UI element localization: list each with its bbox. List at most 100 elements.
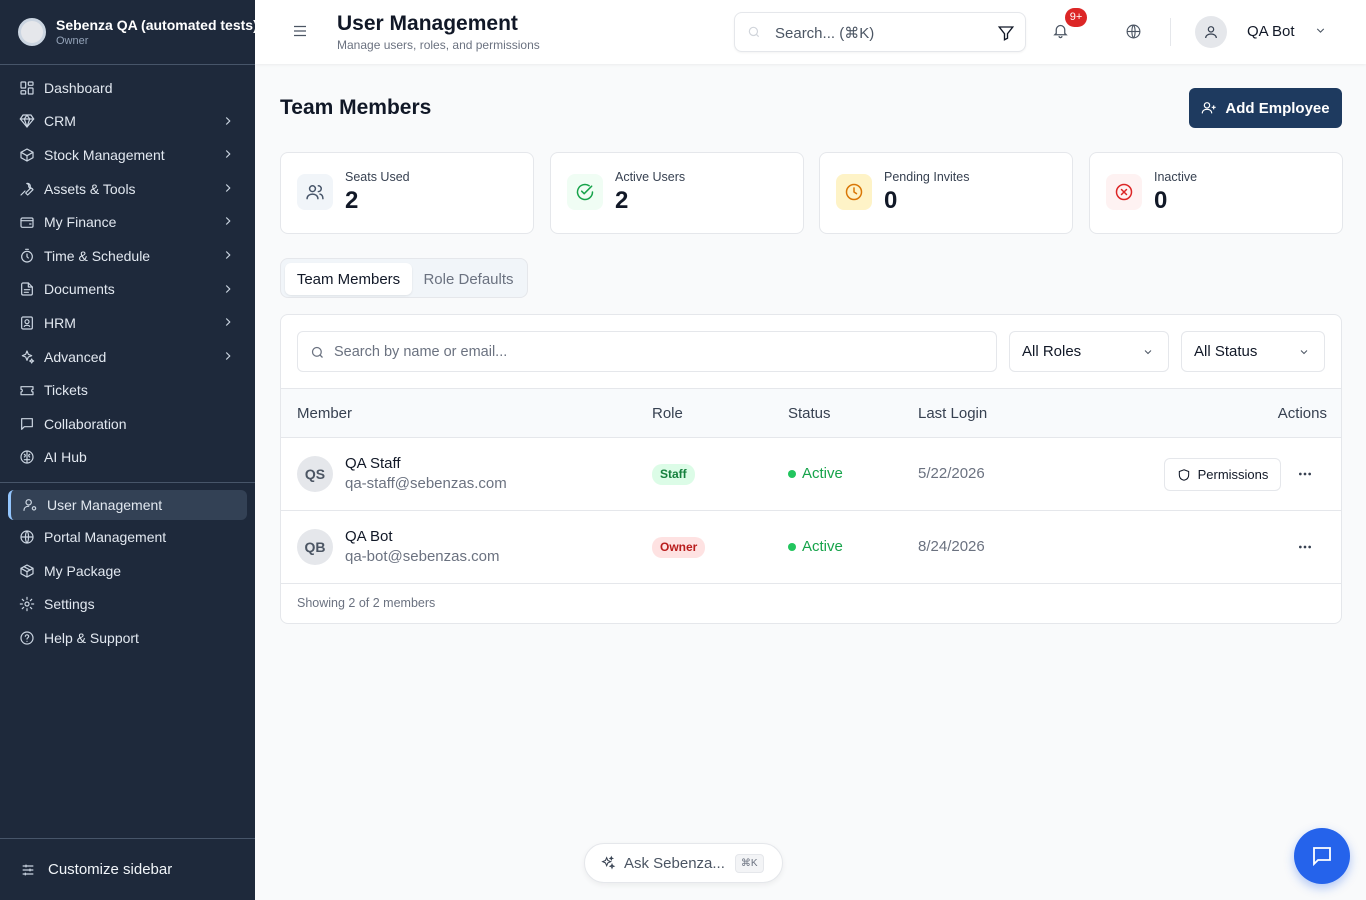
sidebar-item-hrm[interactable]: HRM <box>0 306 255 340</box>
sidebar-item-crm[interactable]: CRM <box>0 105 255 139</box>
box-icon <box>18 146 36 164</box>
sidebar-item-label: Settings <box>44 596 95 613</box>
search-icon <box>747 25 761 39</box>
language-button[interactable] <box>1125 23 1143 41</box>
column-member: Member <box>297 405 353 422</box>
page-header-title: User Management <box>337 12 518 35</box>
sidebar-item-help-support[interactable]: Help & Support <box>0 621 255 655</box>
page-header-subtitle: Manage users, roles, and permissions <box>337 38 540 52</box>
role-filter-value: All Roles <box>1022 343 1082 360</box>
sidebar-item-ai-hub[interactable]: AI Hub <box>0 441 255 475</box>
more-actions-button[interactable] <box>1295 464 1315 484</box>
add-employee-button[interactable]: Add Employee <box>1189 88 1342 128</box>
menu-toggle-button[interactable] <box>291 22 311 42</box>
sidebar-item-settings[interactable]: Settings <box>0 587 255 621</box>
sidebar-item-collaboration[interactable]: Collaboration <box>0 407 255 441</box>
shield-icon <box>1178 468 1189 481</box>
shortcut-hint: ⌘K <box>734 853 764 873</box>
status-filter-value: All Status <box>1194 343 1258 360</box>
sidebar-item-my-package[interactable]: My Package <box>0 554 255 588</box>
stat-value: 0 <box>884 187 898 214</box>
sidebar-item-label: Assets & Tools <box>44 180 136 197</box>
sidebar-item-my-finance[interactable]: My Finance <box>0 205 255 239</box>
members-table-card: All Roles All Status Member Role Status … <box>280 314 1342 624</box>
sidebar-item-documents[interactable]: Documents <box>0 273 255 307</box>
member-name: QA Bot <box>345 528 393 545</box>
stat-label: Seats Used <box>345 170 410 184</box>
member-tabs: Team Members Role Defaults <box>280 258 528 298</box>
sidebar-item-stock-management[interactable]: Stock Management <box>0 138 255 172</box>
ticket-icon <box>18 381 36 399</box>
sidebar-item-portal-management[interactable]: Portal Management <box>0 520 255 554</box>
chevron-right-icon <box>221 147 235 161</box>
sidebar-item-label: Documents <box>44 281 115 298</box>
role-badge: Owner <box>652 537 706 558</box>
customize-sidebar-button[interactable]: Customize sidebar <box>0 838 255 900</box>
tab-team-members[interactable]: Team Members <box>285 263 412 295</box>
last-login: 5/22/2026 <box>918 465 985 482</box>
global-search-input[interactable] <box>775 22 975 44</box>
sliders-icon <box>22 864 34 875</box>
stat-card-seats-used: Seats Used 2 <box>280 152 534 234</box>
sidebar-item-label: CRM <box>44 113 76 130</box>
hrm-icon <box>18 314 36 332</box>
status-text: Active <box>802 465 843 482</box>
menu-icon <box>294 25 306 37</box>
stat-label: Active Users <box>615 170 686 184</box>
column-status: Status <box>788 405 831 422</box>
org-switcher[interactable]: Sebenza QA (automated tests) Owner <box>0 0 255 65</box>
chat-button[interactable] <box>1294 828 1350 884</box>
sidebar-item-dashboard[interactable]: Dashboard <box>0 71 255 105</box>
member-email: qa-bot@sebenzas.com <box>345 548 500 565</box>
stat-value: 0 <box>1154 187 1168 214</box>
chevron-right-icon <box>221 114 235 128</box>
avatar: QS <box>297 456 333 492</box>
user-menu-name[interactable]: QA Bot <box>1247 23 1295 40</box>
chevron-right-icon <box>221 282 235 296</box>
user-cog-icon <box>21 496 39 514</box>
sidebar-item-advanced[interactable]: Advanced <box>0 340 255 374</box>
sparkles-icon <box>601 855 616 870</box>
sidebar-item-label: Advanced <box>44 348 107 365</box>
permissions-button[interactable]: Permissions <box>1164 458 1281 491</box>
chevron-down-icon[interactable] <box>1314 24 1328 38</box>
x-circle-icon <box>1106 174 1142 210</box>
user-plus-icon <box>1202 102 1217 114</box>
column-last-login: Last Login <box>918 405 988 422</box>
notification-count-badge: 9+ <box>1065 8 1087 27</box>
stat-label: Inactive <box>1154 170 1198 184</box>
sidebar-item-tickets[interactable]: Tickets <box>0 373 255 407</box>
status-filter-select[interactable]: All Status <box>1181 331 1325 372</box>
chevron-right-icon <box>221 315 235 329</box>
check-circle-icon <box>567 174 603 210</box>
user-avatar[interactable] <box>1195 16 1227 48</box>
bell-icon <box>1053 24 1068 39</box>
wrench-icon <box>18 180 36 198</box>
sidebar-nav: Dashboard CRM Stock Management Assets & … <box>0 65 255 655</box>
sidebar-item-time-schedule[interactable]: Time & Schedule <box>0 239 255 273</box>
stat-card-active-users: Active Users 2 <box>550 152 804 234</box>
chevron-right-icon <box>221 181 235 195</box>
sidebar-item-assets-tools[interactable]: Assets & Tools <box>0 172 255 206</box>
chevron-right-icon <box>221 214 235 228</box>
org-name: Sebenza QA (automated tests) <box>56 17 255 33</box>
member-search-input[interactable] <box>334 342 974 362</box>
ellipsis-icon <box>1299 545 1311 549</box>
status-badge: Active <box>788 465 843 482</box>
header-divider <box>1170 18 1171 46</box>
sidebar-item-user-management[interactable]: User Management <box>8 490 247 521</box>
sidebar-item-label: Dashboard <box>44 79 113 96</box>
globe-icon <box>18 528 36 546</box>
sidebar-item-label: AI Hub <box>44 449 87 466</box>
user-icon <box>1205 26 1217 39</box>
package-icon <box>18 562 36 580</box>
more-actions-button[interactable] <box>1295 537 1315 557</box>
role-filter-select[interactable]: All Roles <box>1009 331 1169 372</box>
tab-role-defaults[interactable]: Role Defaults <box>412 263 525 295</box>
status-dot <box>788 542 796 551</box>
table-footer-count: Showing 2 of 2 members <box>297 596 436 610</box>
permissions-label: Permissions <box>1197 467 1269 482</box>
filter-icon[interactable] <box>997 24 1015 42</box>
ask-assistant-button[interactable]: Ask Sebenza... ⌘K <box>584 843 783 883</box>
member-search <box>297 331 997 372</box>
